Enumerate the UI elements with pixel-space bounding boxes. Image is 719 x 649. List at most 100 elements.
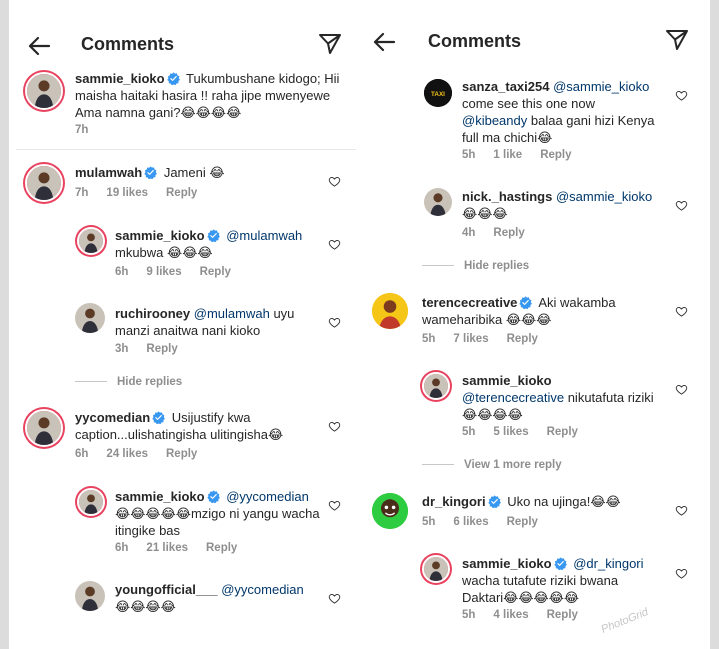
like-heart-icon[interactable] [328, 175, 341, 188]
back-arrow-icon[interactable] [372, 30, 396, 54]
verified-badge-icon [152, 411, 165, 424]
username[interactable]: sammie_kioko [115, 228, 205, 243]
avatar[interactable] [420, 553, 452, 585]
like-heart-icon[interactable] [675, 567, 688, 580]
reply-button[interactable]: Reply [547, 609, 578, 621]
like-count[interactable]: 7 likes [453, 333, 488, 345]
like-heart-icon[interactable] [675, 504, 688, 517]
reply-button[interactable]: Reply [206, 542, 237, 554]
mention-link[interactable]: @mulamwah [194, 306, 270, 321]
like-heart-icon[interactable] [328, 420, 341, 433]
like-count[interactable]: 4 likes [493, 609, 528, 621]
mention-link[interactable]: @terencecreative [462, 390, 564, 405]
mention-link[interactable]: @dr_kingori [573, 556, 643, 571]
like-heart-icon[interactable] [675, 199, 688, 212]
reply-button[interactable]: Reply [200, 266, 231, 278]
avatar[interactable] [75, 225, 107, 257]
username[interactable]: youngofficial___ [115, 582, 218, 597]
reply-button[interactable]: Reply [146, 343, 177, 355]
like-count[interactable]: 19 likes [106, 187, 148, 199]
share-icon[interactable] [318, 32, 342, 56]
like-count[interactable]: 1 like [493, 149, 522, 161]
avatar[interactable] [23, 70, 65, 112]
avatar[interactable]: TAXI [424, 79, 452, 107]
username[interactable]: nick._hastings [462, 189, 552, 204]
comment-text: terencecreative Aki wakamba wameharibika… [422, 294, 667, 328]
username[interactable]: sanza_taxi254 [462, 79, 549, 94]
username[interactable]: sammie_kioko [462, 373, 552, 388]
divider [16, 149, 356, 150]
timestamp: 4h [462, 227, 476, 239]
like-heart-icon[interactable] [328, 238, 341, 251]
username[interactable]: sammie_kioko [75, 71, 165, 86]
reply-button[interactable]: Reply [547, 426, 578, 438]
comment-meta: 5h 4 likes Reply [462, 609, 596, 621]
user-photo-icon [27, 411, 61, 445]
username[interactable]: yycomedian [75, 410, 150, 425]
mention-link[interactable]: @sammie_kioko [556, 189, 652, 204]
user-photo-icon [27, 74, 61, 108]
comment-meta: 6h 21 likes Reply [115, 542, 255, 554]
avatar[interactable] [75, 303, 105, 333]
mention-link[interactable]: @kibeandy [462, 113, 527, 128]
reply-button[interactable]: Reply [507, 333, 538, 345]
avatar[interactable] [75, 581, 105, 611]
avatar[interactable] [75, 486, 107, 518]
username[interactable]: terencecreative [422, 295, 517, 310]
verified-badge-icon [207, 490, 220, 503]
like-heart-icon[interactable] [328, 316, 341, 329]
timestamp: 6h [75, 448, 89, 460]
timestamp: 5h [462, 149, 476, 161]
like-count[interactable]: 24 likes [106, 448, 148, 460]
avatar[interactable] [23, 407, 65, 449]
like-heart-icon[interactable] [328, 499, 341, 512]
view-more-replies-button[interactable]: View 1 more reply [422, 459, 562, 471]
username[interactable]: dr_kingori [422, 494, 486, 509]
comment-text: sammie_kioko @yycomedian 😂😂😂😂😂mzigo ni y… [115, 488, 320, 539]
reply-button[interactable]: Reply [166, 187, 197, 199]
verified-badge-icon [207, 229, 220, 242]
username[interactable]: ruchirooney [115, 306, 190, 321]
comment-text: sanza_taxi254 @sammie_kioko come see thi… [462, 78, 662, 146]
username[interactable]: mulamwah [75, 165, 142, 180]
mention-link[interactable]: @yycomedian [226, 489, 309, 504]
timestamp: 7h [75, 124, 89, 136]
reply-button[interactable]: Reply [493, 227, 524, 239]
avatar[interactable] [23, 162, 65, 204]
comment-meta: 5h 5 likes Reply [462, 426, 596, 438]
timestamp: 5h [422, 516, 436, 528]
hide-replies-button[interactable]: Hide replies [75, 376, 182, 388]
back-arrow-icon[interactable] [27, 34, 51, 58]
like-heart-icon[interactable] [675, 305, 688, 318]
avatar[interactable] [420, 370, 452, 402]
share-icon[interactable] [665, 28, 689, 52]
like-count[interactable]: 9 likes [146, 266, 181, 278]
username[interactable]: sammie_kioko [115, 489, 205, 504]
mention-link[interactable]: @sammie_kioko [553, 79, 649, 94]
avatar[interactable] [372, 293, 408, 329]
user-photo-icon [424, 188, 452, 216]
like-count[interactable]: 21 likes [146, 542, 188, 554]
reply-button[interactable]: Reply [540, 149, 571, 161]
like-count[interactable]: 6 likes [453, 516, 488, 528]
like-heart-icon[interactable] [675, 89, 688, 102]
top-bar: Comments [358, 0, 710, 64]
avatar[interactable] [424, 188, 452, 216]
like-heart-icon[interactable] [328, 592, 341, 605]
timestamp: 5h [462, 426, 476, 438]
reply-button[interactable]: Reply [507, 516, 538, 528]
reply-button[interactable]: Reply [166, 448, 197, 460]
view-more-label: View 1 more reply [464, 459, 562, 471]
mention-link[interactable]: @mulamwah [226, 228, 302, 243]
comment-meta: 4h Reply [462, 227, 543, 239]
mention-link[interactable]: @yycomedian [221, 582, 304, 597]
hide-replies-label: Hide replies [464, 260, 530, 272]
like-count[interactable]: 5 likes [493, 426, 528, 438]
hide-replies-button[interactable]: Hide replies [422, 260, 529, 272]
avatar[interactable] [372, 493, 408, 529]
user-photo-icon [75, 581, 105, 611]
divider [422, 265, 454, 267]
like-heart-icon[interactable] [675, 383, 688, 396]
username[interactable]: sammie_kioko [462, 556, 552, 571]
timestamp: 6h [115, 542, 129, 554]
